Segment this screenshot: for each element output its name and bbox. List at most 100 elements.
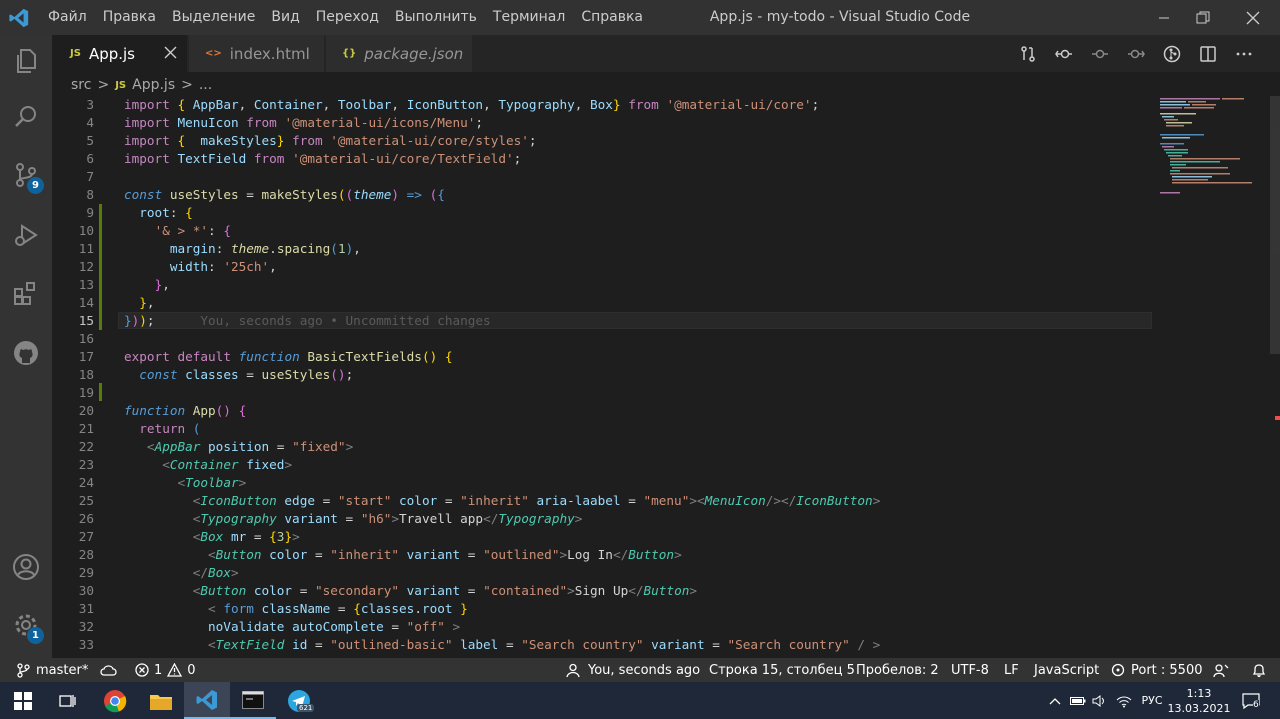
folder-icon (150, 694, 172, 710)
tab-label: App.js (88, 44, 135, 63)
terminal-taskbar-button[interactable] (230, 682, 276, 719)
menu-run[interactable]: Выполнить (387, 0, 485, 35)
network-tray[interactable] (1114, 682, 1134, 719)
source-control-button[interactable]: 9 (0, 151, 52, 199)
indentation-status[interactable]: Пробелов: 2 (856, 658, 939, 682)
extensions-icon (14, 282, 35, 305)
tab-package-json[interactable]: {} package.json (326, 35, 473, 72)
branch-status[interactable]: master* (17, 658, 88, 682)
code-line: 25 <IconButton edge = "start" color = "i… (52, 492, 1152, 510)
code-text: const classes = useStyles(); (139, 367, 354, 382)
line-number: 28 (78, 547, 94, 562)
compare-changes-icon (1021, 45, 1035, 62)
menu-view[interactable]: Вид (263, 0, 307, 35)
notification-count: 6 (1253, 700, 1259, 710)
line-number: 27 (78, 529, 94, 544)
feedback-button[interactable] (1213, 658, 1229, 682)
breadcrumb-file[interactable]: App.js (132, 77, 175, 93)
speaker-icon (1092, 694, 1104, 707)
split-editor-button[interactable] (1190, 42, 1226, 66)
line-number: 22 (78, 439, 94, 454)
activity-bar: 9 1 (0, 35, 52, 658)
minimize-icon (1159, 17, 1169, 18)
git-commit-icon (1092, 49, 1108, 58)
explorer-button[interactable] (0, 37, 52, 85)
volume-tray[interactable] (1090, 682, 1110, 719)
search-button[interactable] (0, 93, 52, 141)
more-actions-button[interactable] (1226, 42, 1262, 66)
task-view-button[interactable] (46, 682, 90, 719)
line-number: 29 (78, 565, 94, 580)
commit-button[interactable] (1082, 42, 1118, 66)
battery-tray[interactable] (1068, 682, 1088, 719)
breadcrumb-separator: > (181, 77, 193, 93)
explorer-taskbar-button[interactable] (138, 682, 184, 719)
menu-terminal[interactable]: Терминал (485, 0, 573, 35)
action-center-button[interactable]: 6 (1236, 682, 1266, 719)
tab-label: index.html (229, 44, 310, 63)
line-number: 13 (78, 277, 94, 292)
code-line: 9 root: { (52, 204, 1152, 222)
line-number: 33 (78, 637, 94, 652)
code-line: 29 </Box> (52, 564, 1152, 582)
code-editor[interactable]: 3 import { AppBar, Container, Toolbar, Ic… (52, 96, 1280, 658)
breadcrumb: src > JS App.js > ... (52, 72, 1280, 98)
editor-scrollbar[interactable] (1270, 96, 1280, 354)
breadcrumb-symbol[interactable]: ... (199, 77, 212, 93)
code-text: import { AppBar, Container, Toolbar, Ico… (124, 97, 820, 112)
run-debug-button[interactable] (0, 211, 52, 259)
open-changes-button[interactable] (1010, 42, 1046, 66)
code-text: }, (139, 295, 155, 310)
code-text: <TextField id = "outlined-basic" label =… (208, 637, 881, 652)
minimap[interactable] (1152, 96, 1280, 658)
previous-change-button[interactable] (1046, 42, 1082, 66)
problems-status[interactable]: 1 0 (135, 658, 196, 682)
menu-edit[interactable]: Правка (95, 0, 164, 35)
extensions-button[interactable] (0, 269, 52, 317)
language-mode[interactable]: JavaScript (1034, 658, 1099, 682)
live-server-status[interactable]: Port : 5500 (1111, 658, 1203, 682)
code-line: 21 return ( (52, 420, 1152, 438)
code-line: 8 const useStyles = makeStyles((theme) =>… (52, 186, 1152, 204)
breadcrumb-folder[interactable]: src (71, 77, 91, 93)
telegram-taskbar-button[interactable]: 621 (276, 682, 322, 719)
sync-button[interactable] (100, 658, 117, 682)
line-number: 25 (78, 493, 94, 508)
clock[interactable]: 1:13 13.03.2021 (1168, 682, 1231, 719)
notifications-button[interactable] (1252, 658, 1266, 682)
close-window-button[interactable] (1230, 0, 1276, 35)
cursor-position[interactable]: Строка 15, столбец 5 (709, 658, 855, 682)
code-text: return ( (139, 421, 201, 436)
title-bar: Файл Правка Выделение Вид Переход Выполн… (0, 0, 1280, 35)
menu-go[interactable]: Переход (308, 0, 387, 35)
git-history-button[interactable] (1154, 42, 1190, 66)
git-branch-icon (17, 662, 30, 678)
ellipsis-icon (1236, 52, 1252, 55)
tab-index-html[interactable]: <> index.html (189, 35, 325, 72)
tab-label: package.json (364, 44, 464, 63)
code-line: 30 <Button color = "secondary" variant =… (52, 582, 1152, 600)
error-count: 1 (154, 662, 163, 678)
github-button[interactable] (0, 329, 52, 377)
vscode-taskbar-button[interactable] (184, 682, 230, 719)
next-change-button[interactable] (1118, 42, 1154, 66)
scm-count-badge: 9 (27, 177, 44, 194)
tab-app-js[interactable]: JS App.js (52, 35, 188, 72)
restore-button[interactable] (1180, 0, 1226, 35)
close-tab-button[interactable] (164, 45, 177, 63)
encoding-status[interactable]: UTF-8 (951, 658, 989, 682)
show-hidden-icons-button[interactable] (1046, 682, 1064, 719)
manage-button[interactable]: 1 (0, 601, 52, 649)
search-icon (15, 106, 36, 127)
line-number: 3 (86, 97, 94, 112)
input-language[interactable]: РУС (1138, 682, 1166, 719)
chrome-taskbar-button[interactable] (92, 682, 138, 719)
accounts-button[interactable] (0, 543, 52, 591)
eol-status[interactable]: LF (1004, 658, 1019, 682)
menu-help[interactable]: Справка (573, 0, 651, 35)
start-button[interactable] (0, 682, 46, 719)
line-number: 6 (86, 151, 94, 166)
menu-file[interactable]: Файл (40, 0, 95, 35)
git-blame-status[interactable]: You, seconds ago (566, 658, 700, 682)
menu-selection[interactable]: Выделение (164, 0, 263, 35)
